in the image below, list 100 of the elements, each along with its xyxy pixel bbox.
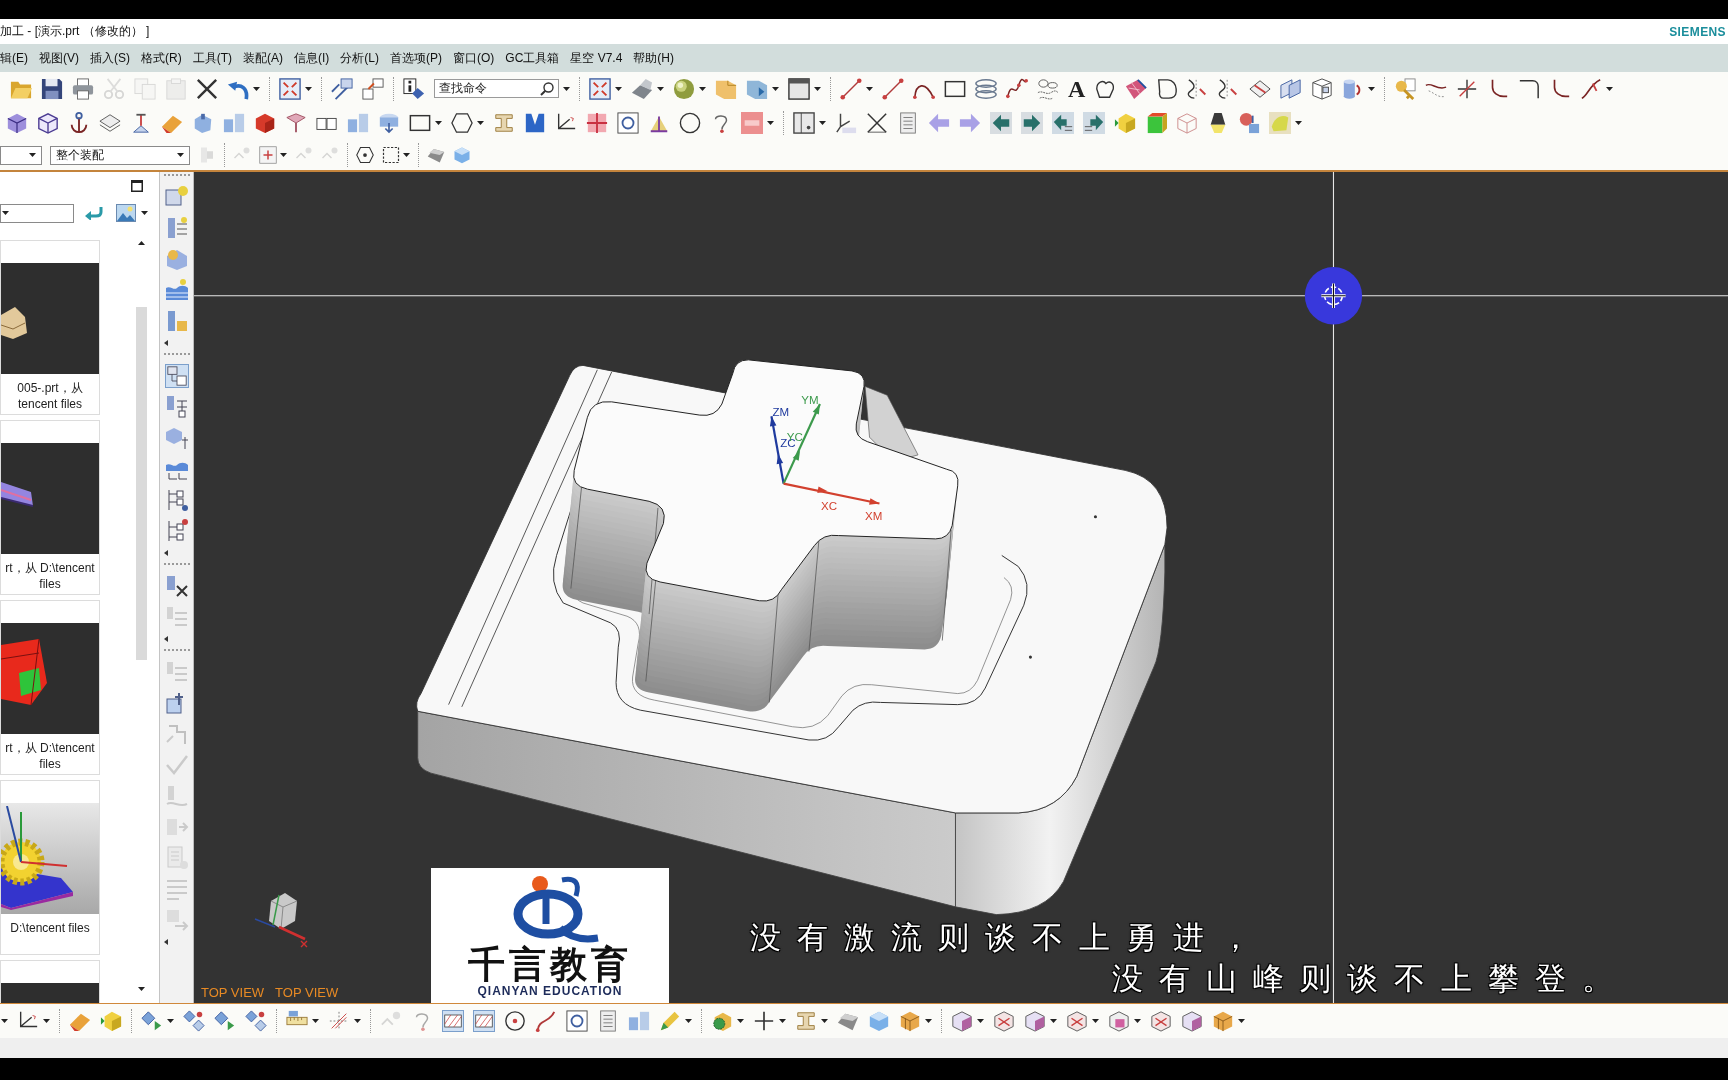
helix-icon[interactable] [975,77,997,100]
create-method-icon[interactable] [164,278,189,302]
history-card[interactable]: rt，从 D:\tencent files [0,420,100,595]
window-icon[interactable] [788,77,810,100]
crate-icon[interactable] [1212,1010,1234,1032]
box-cross-icon[interactable] [993,1010,1015,1032]
menu-item[interactable]: GC工具箱 [505,47,560,69]
menu-item[interactable]: 帮助(H) [633,47,675,69]
caret-icon[interactable] [1,1019,8,1023]
menu-item[interactable]: 辑(E) [0,47,28,69]
scope-dropdown[interactable]: 整个装配 [50,145,190,165]
shaded-block-icon[interactable] [427,146,445,164]
caret-icon[interactable] [925,1019,932,1023]
circle-icon[interactable] [679,111,701,134]
caret-icon[interactable] [305,86,312,91]
more-arrow-icon[interactable] [164,340,168,346]
text-tool-button[interactable]: A [1068,76,1086,101]
shaded-cube-icon[interactable] [1114,111,1136,134]
graphics-viewport[interactable]: ZM ZC YM YC XC XM TOP VIEW TOP VIEW 千言教育 QIANYAN EDUCATION 没有激流则谈不上勇进， 没有山峰则谈不上攀登。 [194,172,1728,1003]
view-box-icon[interactable] [1181,1010,1203,1032]
caret-icon[interactable] [772,86,779,91]
point-cross-icon[interactable] [586,111,608,134]
dashed-select-icon[interactable] [382,146,400,164]
clipboard-icon[interactable] [165,77,187,100]
gear-cube-icon[interactable] [711,1010,733,1032]
sheet-stack-icon[interactable] [597,1010,619,1032]
box-face-icon[interactable] [1311,77,1334,100]
caret-icon[interactable] [819,120,826,125]
caret-icon[interactable] [779,1019,786,1023]
menu-item[interactable]: 首选项(P) [390,47,442,69]
caret-icon[interactable] [1092,1019,1099,1023]
block-icon[interactable] [192,111,214,134]
flap-plane-icon[interactable] [285,111,307,134]
caret-icon[interactable] [685,1019,692,1023]
menu-item[interactable]: 工具(T) [192,47,232,69]
caret-icon[interactable] [1606,86,1614,91]
scroll-down-icon[interactable] [137,987,145,991]
surface-icon[interactable] [1125,77,1148,100]
menu-item[interactable]: 星空 V7.4 [570,47,623,69]
parallel-planes-icon[interactable] [1280,77,1303,100]
circle-point-icon[interactable] [504,1010,526,1032]
command-search-field[interactable]: 查找命令 [434,79,559,98]
menu-item[interactable]: 窗口(O) [453,47,495,69]
transform-icon[interactable] [331,77,353,100]
key-icon[interactable] [1394,77,1417,100]
history-card[interactable]: 005-.prt，从 tencent files [0,240,100,415]
program-order-view-icon[interactable] [164,364,189,388]
box-cross-icon[interactable] [1150,1010,1172,1032]
box-section-icon[interactable] [1108,1010,1130,1032]
caret-icon[interactable] [29,153,36,157]
caret-icon[interactable] [615,86,622,91]
machine-tool-view-icon[interactable] [164,395,189,419]
caret-icon[interactable] [866,86,873,91]
view-box-icon[interactable] [951,1010,973,1032]
diamond-operation-icon[interactable] [214,1010,236,1032]
dimension-icon[interactable] [866,111,888,134]
point-hexagon-icon[interactable] [356,146,374,164]
view-box-icon[interactable] [1024,1010,1046,1032]
caret-icon[interactable] [141,211,148,215]
caret-icon[interactable] [43,1019,50,1023]
absolute-csys-icon[interactable] [835,111,857,134]
line-icon[interactable] [840,77,862,100]
caret-icon[interactable] [312,1019,319,1023]
menu-item[interactable]: 分析(L) [340,47,379,69]
shaded-cube-icon[interactable] [100,1010,122,1032]
tile-icon[interactable] [741,111,763,134]
wireframe-cube-icon[interactable] [37,111,59,134]
caret-icon[interactable] [2,211,9,215]
caret-icon[interactable] [563,86,570,91]
x-mark-icon[interactable] [196,77,218,100]
hatched-cross-icon[interactable] [328,1010,350,1032]
fit-view-icon[interactable] [589,77,611,100]
previous-page-icon[interactable] [1052,111,1074,134]
caret-icon[interactable] [1295,120,1302,125]
info-icon[interactable] [403,77,425,100]
target-icon[interactable] [1304,267,1363,325]
menu-item[interactable]: 视图(V) [39,47,79,69]
line-icon[interactable] [882,77,904,100]
scrollbar-thumb[interactable] [135,307,147,660]
cylinder-plus-icon[interactable] [378,111,400,134]
caret-icon[interactable] [477,120,484,125]
point-set-icon[interactable] [1037,77,1059,100]
history-card[interactable]: rt，从 D:\tencent files [0,600,100,775]
menu-item[interactable]: 插入(S) [90,47,130,69]
next-page-icon[interactable] [1083,111,1105,134]
more-arrow-icon[interactable] [164,550,168,556]
anchor-icon[interactable] [68,111,90,134]
hatched-face-icon[interactable] [473,1010,495,1032]
caret-icon[interactable] [1368,86,1376,91]
history-card[interactable]: D:\tencent files [0,780,100,955]
menu-item[interactable]: 装配(A) [243,47,283,69]
diamond-operation-icon[interactable] [141,1010,163,1032]
caret-icon[interactable] [435,120,442,125]
u-profile-icon[interactable] [524,111,546,134]
printer-icon[interactable] [72,77,94,100]
caret-icon[interactable] [280,153,287,157]
box-cross-icon[interactable] [1066,1010,1088,1032]
surface-patch-icon[interactable] [1156,77,1179,100]
curve-icon[interactable] [535,1010,557,1032]
forward-arrow-icon[interactable] [1021,111,1043,134]
